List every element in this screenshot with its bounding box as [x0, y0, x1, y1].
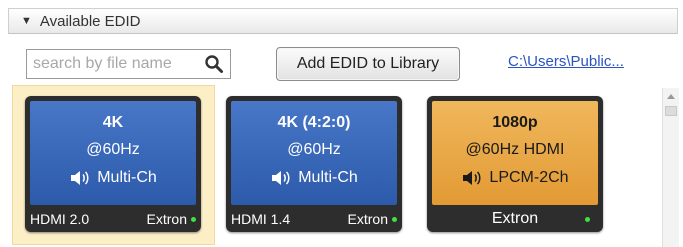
- library-path-link[interactable]: C:\Users\Public...: [508, 53, 624, 70]
- tile-resolution: 4K: [102, 114, 124, 131]
- speaker-icon: [272, 171, 290, 185]
- scroll-up-arrow-icon[interactable]: [667, 94, 675, 99]
- search-box[interactable]: [26, 49, 231, 79]
- tile-footer: Extron: [432, 209, 598, 229]
- panel-header[interactable]: ▼ Available EDID: [8, 8, 678, 34]
- tile-footer: HDMI 1.4 Extron: [231, 209, 397, 229]
- tile-audio-label: Multi-Ch: [298, 169, 358, 186]
- status-led-icon: [191, 216, 196, 222]
- tile-resolution: 1080p: [492, 114, 538, 131]
- status-led-icon: [585, 217, 590, 222]
- edid-tile-4k-420-60hz-hdmi14[interactable]: 4K (4:2:0) @60Hz Multi-Ch HDMI 1.4 Extro…: [226, 96, 402, 232]
- search-input[interactable]: [27, 50, 201, 78]
- speaker-icon: [71, 171, 89, 185]
- tile-audio-label: LPCM-2Ch: [489, 169, 569, 186]
- speaker-icon: [463, 171, 481, 185]
- search-icon[interactable]: [204, 54, 224, 74]
- scroll-thumb[interactable]: [665, 106, 677, 116]
- tile-refresh-rate: @60Hz: [287, 141, 341, 158]
- status-led-icon: [392, 216, 397, 222]
- edid-tile-face: 1080p @60Hz HDMI LPCM-2Ch: [432, 101, 598, 205]
- vertical-scrollbar[interactable]: [662, 88, 679, 247]
- tile-footer: HDMI 2.0 Extron: [30, 209, 196, 229]
- tile-audio-label: Multi-Ch: [97, 169, 157, 186]
- add-edid-to-library-button[interactable]: Add EDID to Library: [276, 47, 460, 81]
- tile-hdmi-version: HDMI 2.0: [30, 211, 90, 227]
- edid-tile-1080p-60hz-hdmi[interactable]: 1080p @60Hz HDMI LPCM-2Ch Extron: [427, 96, 603, 232]
- tile-audio: Multi-Ch: [69, 169, 157, 187]
- tile-brand: Extron: [146, 211, 187, 227]
- collapse-triangle-icon[interactable]: ▼: [21, 15, 32, 27]
- tile-audio: Multi-Ch: [270, 169, 358, 187]
- edid-tile-face: 4K @60Hz Multi-Ch: [30, 101, 196, 205]
- tile-brand: Extron: [491, 210, 539, 227]
- tile-refresh-rate: @60Hz: [86, 141, 140, 158]
- edid-tile-4k-60hz-hdmi20[interactable]: 4K @60Hz Multi-Ch HDMI 2.0 Extron: [25, 96, 201, 232]
- tile-hdmi-version: HDMI 1.4: [231, 211, 291, 227]
- panel-title: Available EDID: [39, 12, 141, 30]
- tile-resolution: 4K (4:2:0): [277, 114, 351, 131]
- edid-tile-face: 4K (4:2:0) @60Hz Multi-Ch: [231, 101, 397, 205]
- tile-refresh-rate: @60Hz HDMI: [465, 141, 565, 158]
- tile-audio: LPCM-2Ch: [461, 169, 569, 187]
- tile-brand: Extron: [347, 211, 388, 227]
